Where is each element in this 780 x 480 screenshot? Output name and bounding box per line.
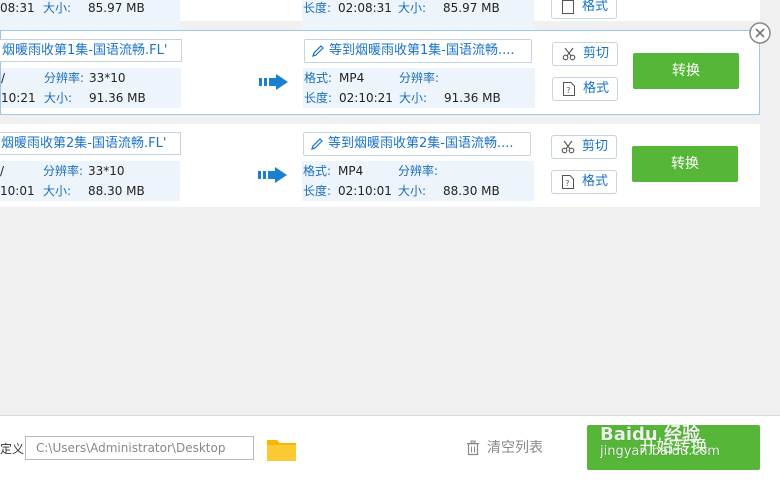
source-size-label: 大小: (44, 91, 73, 105)
convert-button[interactable]: 转换 (633, 53, 739, 89)
close-icon[interactable] (749, 22, 771, 44)
format-button-label: 格式 (583, 81, 610, 96)
output-duration: 02:10:21 (339, 91, 393, 105)
source-resolution-label: 分辨率: (44, 71, 85, 85)
source-duration: 10:01 (0, 184, 35, 198)
output-resolution-label: 分辨率: (399, 71, 440, 85)
source-size: 85.97 MB (88, 1, 145, 15)
output-size-label: 大小: (398, 184, 427, 198)
format-button[interactable]: 格式 (551, 0, 617, 19)
file-row-1[interactable]: 烟暖雨收第1集-国语流畅.FL' / 分辨率: 33*10 10:21 大小: … (0, 30, 760, 115)
format-button-label: 格式 (582, 174, 609, 189)
svg-text:?: ? (566, 86, 570, 95)
clear-list-label: 清空列表 (487, 440, 543, 456)
output-filename-text: 等到烟暖雨收第1集-国语流畅.... (329, 43, 515, 58)
output-size-label: 大小: (399, 91, 428, 105)
output-duration-label: 长度: (304, 91, 333, 105)
output-duration-label: 长度: (303, 1, 332, 15)
output-info-box: 格式: MP4 分辨率: 长度: 02:10:21 大小: 91.36 MB (303, 68, 535, 108)
source-size-label: 大小: (43, 184, 72, 198)
output-path-label: 定义 (0, 442, 25, 456)
convert-arrow-icon (259, 74, 288, 90)
output-filename[interactable]: 等到烟暖雨收第1集-国语流畅.... (304, 39, 532, 63)
source-info-box: / 分辨率: 33*10 10:21 大小: 91.36 MB (1, 68, 181, 108)
converter-window: 08:31 大小: 85.97 MB 长度: 02:08:31 大小: 85.9… (0, 0, 780, 480)
format-icon: ? (563, 82, 575, 96)
cut-button[interactable]: 剪切 (552, 42, 618, 66)
source-format: / (0, 164, 5, 178)
source-filename[interactable]: 烟暖雨收第1集-国语流畅.FL' (0, 39, 182, 62)
output-filename-text: 等到烟暖雨收第2集-国语流畅.... (328, 136, 514, 151)
cut-button[interactable]: 剪切 (551, 135, 617, 159)
format-icon: ? (562, 175, 574, 189)
scissors-icon (562, 47, 576, 61)
source-resolution-label: 分辨率: (43, 164, 84, 178)
output-format: MP4 (339, 71, 365, 85)
format-button-label: 格式 (582, 0, 609, 14)
start-convert-button[interactable]: 开始转换 (587, 425, 760, 470)
output-size: 88.30 MB (443, 184, 500, 198)
format-button[interactable]: ? 格式 (551, 170, 617, 194)
output-format-label: 格式: (304, 71, 333, 85)
pen-icon (312, 45, 324, 57)
output-duration-label: 长度: (303, 184, 332, 198)
source-duration: 08:31 (0, 1, 35, 15)
folder-icon[interactable] (266, 436, 297, 462)
convert-button[interactable]: 转换 (632, 146, 738, 182)
source-resolution: 33*10 (88, 164, 125, 178)
output-info-box: 格式: MP4 分辨率: 长度: 02:10:01 大小: 88.30 MB (302, 161, 534, 201)
source-info-box: / 分辨率: 33*10 10:01 大小: 88.30 MB (0, 161, 180, 201)
output-duration: 02:10:01 (338, 184, 392, 198)
output-filename[interactable]: 等到烟暖雨收第2集-国语流畅.... (303, 132, 531, 156)
bottom-toolbar: 定义 C:\Users\Administrator\Desktop 清空列表 开… (0, 415, 780, 480)
output-format-label: 格式: (303, 164, 332, 178)
format-button[interactable]: ? 格式 (552, 77, 618, 101)
source-duration: 10:21 (1, 91, 36, 105)
output-format: MP4 (338, 164, 364, 178)
source-size: 91.36 MB (89, 91, 146, 105)
source-resolution: 33*10 (89, 71, 126, 85)
output-size: 91.36 MB (444, 91, 501, 105)
file-row-0[interactable]: 08:31 大小: 85.97 MB 长度: 02:08:31 大小: 85.9… (0, 0, 760, 38)
pen-icon (311, 138, 323, 150)
output-resolution-label: 分辨率: (398, 164, 439, 178)
cut-button-label: 剪切 (582, 139, 609, 154)
source-filename[interactable]: 烟暖雨收第2集-国语流畅.FL' (0, 132, 181, 155)
source-size: 88.30 MB (88, 184, 145, 198)
trash-icon (467, 440, 479, 456)
source-format: / (1, 71, 6, 85)
source-size-label: 大小: (43, 1, 72, 15)
output-path-input[interactable]: C:\Users\Administrator\Desktop (25, 436, 254, 460)
cut-button-label: 剪切 (583, 46, 610, 61)
svg-text:?: ? (565, 179, 569, 188)
clear-list-button[interactable]: 清空列表 (465, 438, 543, 458)
convert-arrow-icon (258, 167, 287, 183)
output-duration: 02:08:31 (338, 1, 392, 15)
file-list: 08:31 大小: 85.97 MB 长度: 02:08:31 大小: 85.9… (0, 0, 780, 415)
output-size-label: 大小: (398, 1, 427, 15)
scissors-icon (561, 140, 575, 154)
file-row-2[interactable]: 烟暖雨收第2集-国语流畅.FL' / 分辨率: 33*10 10:01 大小: … (0, 124, 760, 207)
format-icon (562, 0, 574, 14)
output-size: 85.97 MB (443, 1, 500, 15)
